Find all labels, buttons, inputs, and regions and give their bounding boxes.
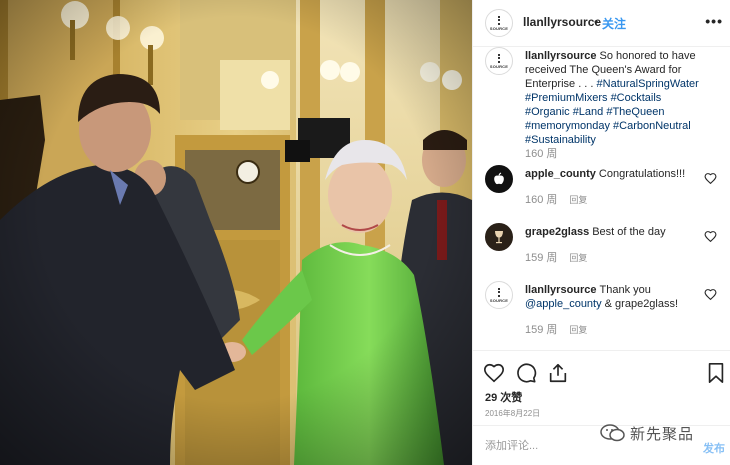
follow-button[interactable]: 关注: [602, 15, 626, 32]
comment-username[interactable]: llanllyrsource: [525, 284, 597, 296]
reply-button[interactable]: 回复: [569, 253, 587, 263]
comment-text: Best of the day: [592, 226, 666, 238]
comment-meta: 160 周 回复: [525, 191, 587, 207]
comment-text: Thank you: [599, 284, 651, 296]
heart-icon[interactable]: [704, 172, 717, 185]
avatar[interactable]: SOURCE: [485, 9, 513, 37]
comments-list[interactable]: SOURCE llanllyrsource So honored to have …: [473, 47, 730, 350]
post-username[interactable]: llanllyrsource: [523, 15, 601, 29]
separator-dot: •: [594, 15, 599, 29]
watermark-text: 新先聚品: [630, 424, 695, 443]
caption-username[interactable]: llanllyrsource: [525, 50, 597, 62]
comment-meta: 159 周 回复: [525, 321, 587, 337]
post-header: SOURCE llanllyrsource • 关注 •••: [473, 0, 730, 47]
share-icon[interactable]: [547, 362, 569, 384]
post-photo[interactable]: [0, 0, 472, 465]
avatar-logo-text: SOURCE: [489, 25, 509, 31]
heart-icon[interactable]: [483, 362, 505, 384]
apple-icon: [494, 172, 504, 185]
heart-icon[interactable]: [704, 230, 717, 243]
heart-icon[interactable]: [704, 288, 717, 301]
caption-time[interactable]: 160 周: [525, 145, 557, 161]
post-side-panel: SOURCE llanllyrsource • 关注 ••• SOURCE ll…: [472, 0, 730, 465]
more-horizontal-icon[interactable]: •••: [705, 13, 723, 29]
wechat-icon: [600, 424, 625, 442]
comment-time[interactable]: 159 周: [525, 252, 557, 264]
post-image: [0, 0, 472, 465]
avatar-logo-text: SOURCE: [489, 297, 509, 303]
avatar[interactable]: SOURCE: [485, 281, 513, 309]
comment-time[interactable]: 160 周: [525, 194, 557, 206]
comment-meta: 159 周 回复: [525, 249, 587, 265]
bookmark-icon[interactable]: [705, 362, 727, 384]
comment-icon[interactable]: [515, 362, 537, 384]
post-date[interactable]: 2016年8月22日: [485, 408, 540, 419]
comment-time[interactable]: 159 周: [525, 324, 557, 336]
comment-username[interactable]: apple_county: [525, 168, 596, 180]
avatar[interactable]: [485, 165, 513, 193]
wine-glass-icon: [495, 231, 503, 244]
comment-text: Congratulations!!!: [598, 168, 686, 180]
reply-button[interactable]: 回复: [569, 325, 587, 335]
logo-mark-icon: [498, 287, 500, 297]
avatar[interactable]: [485, 223, 513, 251]
comment-text-tail: & grape2glass!: [601, 298, 679, 310]
reply-button[interactable]: 回复: [569, 195, 587, 205]
logo-mark-icon: [498, 15, 500, 25]
like-count[interactable]: 29 次赞: [485, 389, 522, 405]
logo-mark-icon: [498, 53, 500, 63]
comment-username[interactable]: grape2glass: [525, 226, 589, 238]
post-comment-button[interactable]: 发布: [703, 440, 725, 456]
avatar[interactable]: SOURCE: [485, 47, 513, 75]
avatar-logo-text: SOURCE: [489, 63, 509, 69]
post-actions: 29 次赞 2016年8月22日: [473, 350, 730, 425]
mention-link[interactable]: @apple_county: [525, 298, 602, 310]
watermark: 新先聚品: [600, 421, 694, 445]
